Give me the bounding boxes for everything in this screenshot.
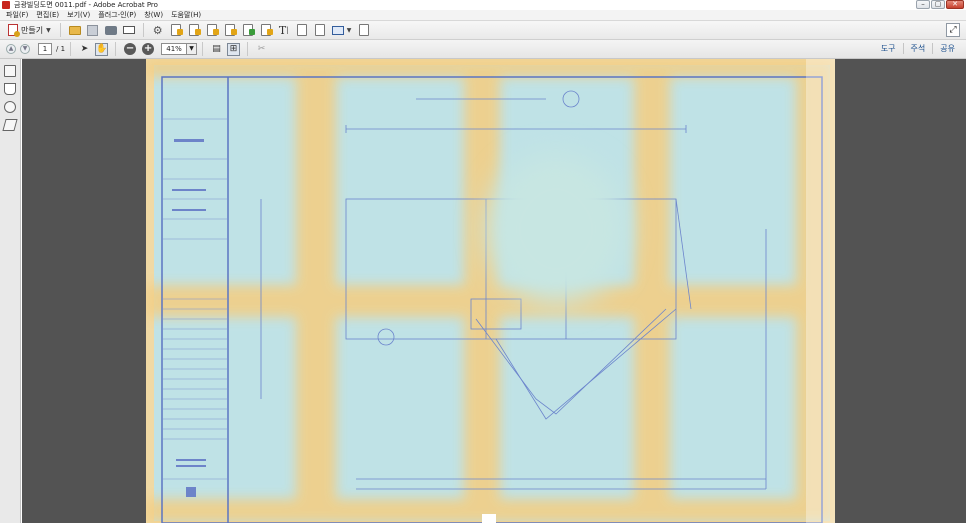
toolbar-divider: [202, 42, 204, 56]
settings-icon[interactable]: ⚙: [151, 23, 165, 37]
edit-text-icon[interactable]: T |: [277, 23, 291, 37]
page-icon[interactable]: [357, 23, 371, 37]
menu-plugins[interactable]: 플러그-인(P): [94, 10, 140, 20]
chevron-down-icon[interactable]: ▼: [187, 43, 198, 55]
save-icon[interactable]: [86, 23, 100, 37]
comment-link[interactable]: 주석: [902, 43, 933, 54]
navigation-pane: [0, 59, 21, 523]
minimize-button[interactable]: –: [916, 0, 930, 9]
menu-window[interactable]: 창(W): [140, 10, 167, 20]
toolbar-divider: [142, 23, 144, 37]
chevron-down-icon: ▼: [46, 26, 51, 34]
menu-file[interactable]: 파일(F): [2, 10, 32, 20]
form-icon[interactable]: [295, 23, 309, 37]
tools-link[interactable]: 도구: [874, 43, 903, 54]
blueprint-drawing: [146, 59, 835, 523]
comment-icon[interactable]: [223, 23, 237, 37]
export-icon[interactable]: [205, 23, 219, 37]
bookmark-icon[interactable]: [4, 83, 16, 95]
document-page[interactable]: [146, 59, 835, 523]
scroll-mode-icon[interactable]: ▤: [210, 43, 223, 56]
toolbar-divider: [115, 42, 117, 56]
signature-icon[interactable]: [2, 119, 18, 131]
attach-icon[interactable]: [313, 23, 327, 37]
zoom-in-button[interactable]: +: [142, 43, 155, 55]
create-pdf-icon: [8, 24, 20, 37]
next-page-button[interactable]: ▼: [20, 44, 30, 54]
zoom-control: 41% ▼: [161, 43, 198, 55]
toolbar-divider: [247, 42, 249, 56]
menu-help[interactable]: 도움말(H): [167, 10, 205, 20]
stamp-icon[interactable]: [259, 23, 273, 37]
fit-page-icon[interactable]: ⊞: [227, 42, 241, 56]
main-toolbar: 만들기 ▼ ⚙ T | ▼ ⤢: [0, 21, 966, 40]
email-icon[interactable]: [122, 23, 136, 37]
toolbar-divider: [70, 42, 72, 56]
pages-thumbnail-icon[interactable]: [4, 65, 16, 77]
menu-view[interactable]: 보기(V): [63, 10, 94, 20]
sign-icon[interactable]: [241, 23, 255, 37]
print-icon[interactable]: [104, 23, 118, 37]
scissors-icon[interactable]: ✂: [255, 43, 268, 56]
maximize-button[interactable]: ▢: [931, 0, 945, 9]
previous-page-button[interactable]: ▲: [6, 44, 16, 54]
page-total: / 1: [56, 45, 66, 53]
navigation-toolbar: ▲ ▼ 1 / 1 ➤ ✋ − + 41% ▼ ▤ ⊞ ✂ 도구 주석 공유: [0, 40, 966, 59]
attachment-icon[interactable]: [4, 101, 16, 113]
zoom-input[interactable]: 41%: [161, 43, 188, 55]
menu-edit[interactable]: 편집(E): [32, 10, 63, 20]
create-doc-icon[interactable]: [169, 23, 183, 37]
chevron-down-icon[interactable]: ▼: [347, 27, 352, 34]
combine-icon[interactable]: [187, 23, 201, 37]
open-icon[interactable]: [68, 23, 82, 37]
page-number-input[interactable]: 1: [38, 43, 52, 55]
title-bar: 금광빌딩도면 0011.pdf - Adobe Acrobat Pro – ▢ …: [0, 0, 966, 10]
create-button[interactable]: 만들기 ▼: [4, 23, 55, 38]
hand-tool-icon[interactable]: ✋: [95, 42, 109, 56]
window-title: 금광빌딩도면 0011.pdf - Adobe Acrobat Pro: [14, 1, 158, 9]
select-tool-icon[interactable]: ➤: [78, 43, 91, 56]
expand-icon[interactable]: ⤢: [946, 23, 960, 37]
document-workspace[interactable]: [22, 59, 966, 523]
window-controls: – ▢ ✕: [916, 0, 964, 10]
acrobat-app-icon: [2, 1, 10, 9]
share-link[interactable]: 공유: [932, 43, 962, 54]
dropbox-icon[interactable]: [331, 23, 345, 37]
zoom-out-button[interactable]: −: [124, 43, 137, 55]
right-panel-links: 도구 주석 공유: [874, 43, 962, 54]
toolbar-divider: [59, 23, 61, 37]
close-button[interactable]: ✕: [946, 0, 964, 9]
create-label: 만들기: [21, 25, 44, 35]
menu-bar: 파일(F) 편집(E) 보기(V) 플러그-인(P) 창(W) 도움말(H): [0, 10, 966, 21]
